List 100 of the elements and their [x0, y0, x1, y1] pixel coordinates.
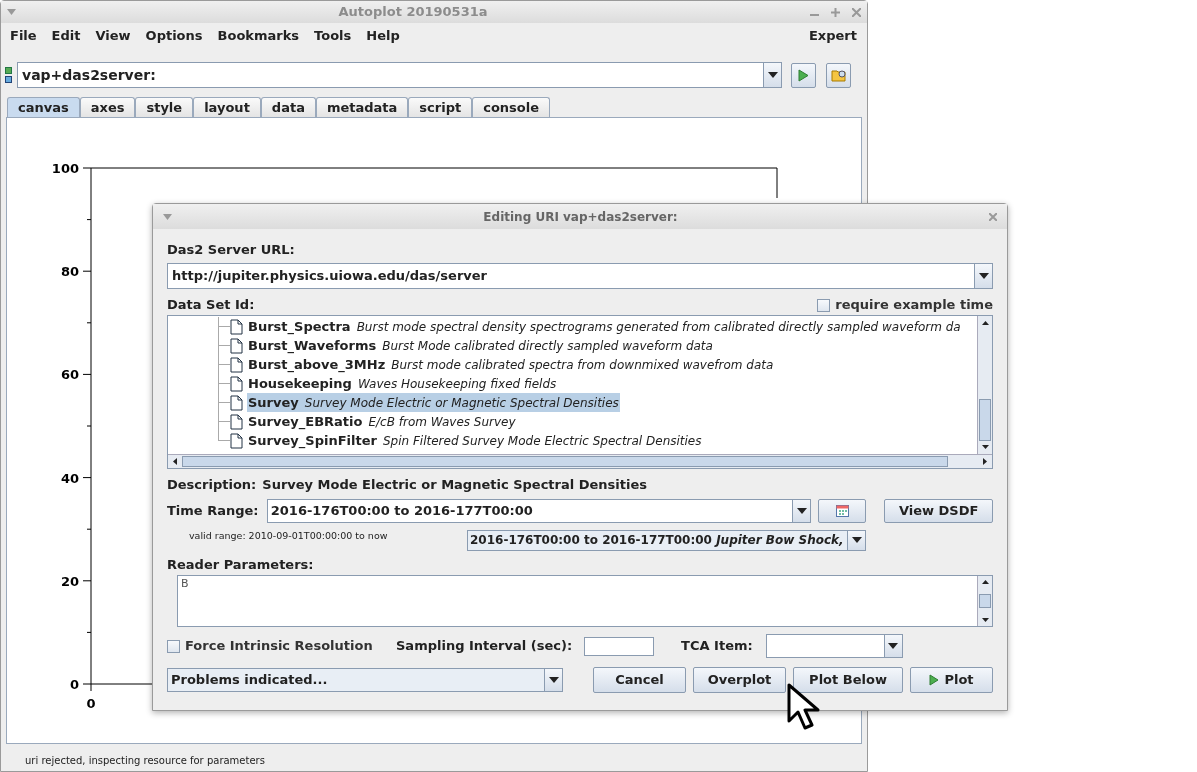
document-icon [230, 413, 243, 430]
menu-item[interactable]: Options [145, 26, 203, 46]
dropdown-button[interactable] [544, 669, 562, 691]
scroll-thumb[interactable] [979, 399, 991, 441]
scroll-left-arrow-icon[interactable] [173, 458, 177, 465]
tab[interactable]: canvas [7, 97, 80, 117]
scroll-thumb[interactable] [979, 594, 991, 608]
y-tick-label: 40 [60, 470, 79, 486]
scroll-up-arrow-icon[interactable] [981, 320, 989, 325]
document-icon [230, 432, 243, 449]
window-title: Autoplot 20190531a [337, 3, 489, 22]
field-label: Das2 Server URL: [167, 241, 296, 258]
field-label: Data Set Id: [167, 296, 255, 315]
dropdown-button[interactable] [974, 264, 992, 288]
tree-item[interactable]: Burst_Spectra Burst mode spectral density spectrograms generated from calibrated directly sampled waveform da [247, 316, 962, 337]
server-url-combo[interactable]: http://jupiter.physics.uiowa.edu/das/server [167, 263, 993, 289]
mouse-pointer-icon [787, 683, 821, 731]
dropdown-button[interactable] [763, 63, 781, 87]
tree-item[interactable]: Burst_Waveforms Burst Mode calibrated directly sampled waveform data [247, 335, 714, 356]
menu-item[interactable]: File [10, 26, 37, 46]
uri-combo-field[interactable]: vap+das2server: [17, 62, 782, 88]
x-tick-label: 0 [86, 696, 96, 711]
dropdown-arrow-icon [796, 508, 807, 514]
scroll-down-arrow-icon[interactable] [981, 445, 989, 450]
dropdown-arrow-icon [548, 677, 559, 683]
tree-item[interactable]: Housekeeping Waves Housekeeping fixed fields [247, 373, 558, 394]
document-icon [230, 318, 243, 335]
tab[interactable]: script [408, 97, 473, 117]
y-tick-label: 80 [60, 264, 79, 280]
dialog-button[interactable]: Plot Below [793, 667, 903, 693]
menu-item[interactable]: Expert [809, 26, 857, 46]
menu-item[interactable]: Tools [314, 26, 352, 46]
dialog-button[interactable]: Cancel [593, 667, 686, 693]
scroll-thumb[interactable] [182, 456, 948, 467]
example-time-combo[interactable]: 2016-176T00:00 to 2016-177T00:00 Jupiter Bow Shock, [467, 529, 866, 551]
window-menu-icon[interactable] [7, 9, 16, 15]
menu-item[interactable]: Edit [51, 26, 81, 46]
field-label: TCA Item: [681, 637, 753, 656]
document-icon [230, 375, 243, 392]
scroll-down-arrow-icon[interactable] [981, 618, 989, 622]
menu-item[interactable]: View [95, 26, 131, 46]
checkbox-label: require example time [835, 296, 993, 315]
tab[interactable]: data [260, 97, 316, 117]
y-tick-label: 0 [69, 677, 79, 692]
maximize-icon[interactable] [831, 7, 840, 17]
document-icon [230, 337, 243, 354]
close-icon[interactable] [852, 7, 861, 17]
status-squares-icon [5, 67, 13, 83]
dropdown-arrow-icon [767, 72, 778, 78]
menu-item[interactable]: Bookmarks [217, 26, 300, 46]
dropdown-button[interactable] [847, 530, 865, 550]
play-icon [929, 674, 940, 686]
calendar-icon [835, 505, 849, 517]
valid-range-text: valid range: 2010-09-01T00:00:00 to now [188, 529, 389, 543]
window-menu-icon[interactable] [163, 213, 172, 220]
document-icon [230, 356, 243, 373]
horizontal-scrollbar[interactable] [168, 454, 992, 468]
tree-item[interactable]: Survey Survey Mode Electric or Magnetic Spectral Densities [247, 392, 620, 413]
play-icon [798, 68, 809, 82]
scroll-right-arrow-icon[interactable] [983, 458, 987, 465]
tree-item[interactable]: Survey_EBRatio E/cB from Waves Survey [247, 411, 517, 432]
reader-parameters-field[interactable]: B [177, 575, 993, 627]
view-dsdf-button[interactable]: View DSDF [884, 499, 993, 523]
status-message: uri rejected, inspecting resource for parameters [25, 754, 265, 768]
sampling-interval-field[interactable] [584, 636, 655, 656]
checkbox-label: Force Intrinsic Resolution [185, 637, 373, 656]
vertical-scrollbar[interactable] [977, 576, 992, 626]
problems-combo[interactable]: Problems indicated... [167, 668, 563, 692]
dialog-button[interactable]: Overplot [693, 667, 786, 693]
dropdown-arrow-icon [851, 537, 862, 543]
dropdown-button[interactable] [883, 635, 902, 657]
play-button[interactable] [791, 62, 816, 88]
tab[interactable]: console [472, 97, 551, 117]
tree-item[interactable]: Burst_above_3MHz Burst mode calibrated spectra from downmixed wavefrom data [247, 354, 775, 375]
tree-item[interactable]: Survey_SpinFilter Spin Filtered Survey Mode Electric Spectral Densities [247, 430, 703, 451]
vertical-scrollbar[interactable] [977, 316, 992, 454]
field-label: Time Range: [167, 502, 260, 521]
checkbox[interactable] [167, 639, 180, 653]
dialog-title: Editing URI vap+das2server: [482, 208, 679, 226]
tab[interactable]: metadata [315, 97, 409, 117]
y-tick-label: 20 [60, 573, 79, 589]
menu-item[interactable]: Help [366, 26, 400, 46]
checkbox[interactable] [817, 298, 831, 312]
calendar-button[interactable] [818, 499, 867, 523]
scroll-up-arrow-icon[interactable] [981, 580, 989, 584]
time-range-combo[interactable]: 2016-176T00:00 to 2016-177T00:00 [266, 499, 812, 523]
dropdown-arrow-icon [888, 643, 899, 649]
tab[interactable]: style [135, 97, 194, 117]
tab[interactable]: axes [79, 97, 136, 117]
close-icon[interactable] [989, 212, 997, 221]
folder-magnifier-icon [830, 68, 847, 82]
open-folder-button[interactable] [826, 62, 851, 88]
document-icon [230, 394, 243, 411]
tab[interactable]: layout [193, 97, 261, 117]
dropdown-arrow-icon [978, 273, 989, 279]
description-text: Survey Mode Electric or Magnetic Spectral Densities [262, 476, 647, 495]
field-label: Sampling Interval (sec): [396, 637, 573, 656]
dialog-button[interactable]: Plot [910, 667, 993, 693]
field-label: Reader Parameters: [167, 556, 315, 573]
dropdown-button[interactable] [792, 500, 811, 522]
